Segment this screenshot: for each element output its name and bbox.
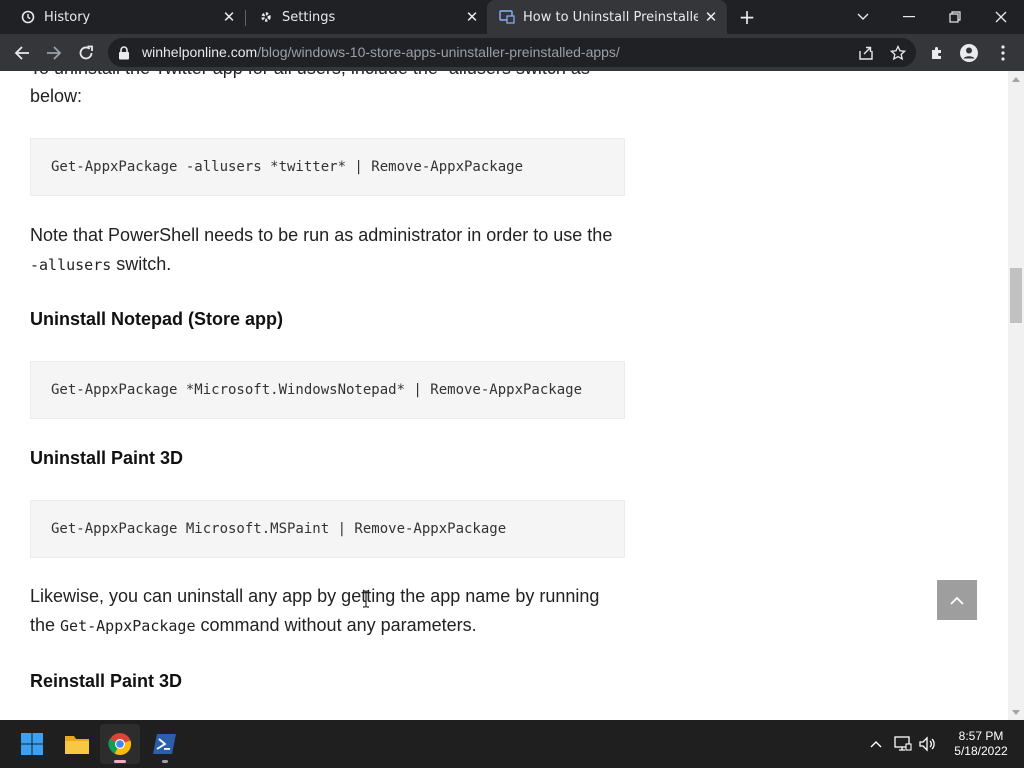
code-text: Get-AppxPackage *Microsoft.WindowsNotepa…	[51, 382, 583, 398]
restore-icon	[949, 11, 961, 23]
note-line-2: -allusers switch.	[30, 250, 630, 280]
lock-icon[interactable]	[118, 45, 130, 64]
tab-search-button[interactable]	[840, 0, 886, 34]
restore-button[interactable]	[932, 0, 978, 34]
url-path: /blog/windows-10-store-apps-uninstaller-…	[257, 44, 620, 60]
clock-time: 8:57 PM	[958, 729, 1004, 743]
reload-button[interactable]	[74, 41, 98, 65]
back-button[interactable]	[10, 41, 34, 65]
heading-uninstall-paint3d: Uninstall Paint 3D	[30, 448, 184, 468]
page-scrollbar[interactable]	[1008, 71, 1024, 720]
close-tab-icon[interactable]: ✕	[221, 9, 237, 25]
chrome-icon	[108, 733, 132, 756]
back-to-top-button[interactable]	[937, 580, 977, 620]
likewise-pre: the	[30, 615, 61, 635]
taskbar-file-explorer[interactable]	[57, 724, 97, 764]
history-icon	[20, 9, 36, 25]
code-block-notepad[interactable]: Get-AppxPackage *Microsoft.WindowsNotepa…	[30, 361, 625, 419]
minimize-icon	[903, 16, 915, 18]
taskbar-clock[interactable]: 8:57 PM 5/18/2022	[946, 729, 1016, 759]
code-block-paint3d[interactable]: Get-AppxPackage Microsoft.MSPaint | Remo…	[30, 500, 625, 558]
likewise-line-2: the Get-AppxPackage command without any …	[30, 611, 630, 641]
chevron-up-icon	[950, 596, 964, 605]
close-tab-icon[interactable]: ✕	[464, 9, 480, 25]
heading-uninstall-notepad: Uninstall Notepad (Store app)	[30, 309, 284, 329]
forward-button[interactable]	[42, 41, 66, 65]
taskbar-powershell[interactable]	[145, 724, 185, 764]
reload-icon	[79, 45, 93, 60]
inline-code: Get-AppxPackage	[60, 617, 196, 635]
profile-avatar-icon[interactable]	[958, 42, 980, 64]
address-bar[interactable]: winhelponline.com/blog/windows-10-store-…	[108, 38, 916, 67]
code-text: Get-AppxPackage Microsoft.MSPaint | Remo…	[51, 521, 507, 537]
close-tab-icon[interactable]: ✕	[703, 9, 719, 25]
taskbar-chrome[interactable]	[100, 724, 140, 764]
share-icon[interactable]	[856, 43, 876, 63]
paragraph-line: below:	[30, 86, 83, 106]
tab-label: History	[44, 9, 91, 25]
volume-speaker-icon[interactable]	[918, 734, 938, 754]
network-monitor-icon[interactable]	[893, 734, 913, 754]
start-button[interactable]	[12, 724, 52, 764]
gear-icon	[258, 9, 274, 25]
chevron-down-icon	[857, 13, 869, 20]
inline-code: -allusers	[30, 256, 112, 274]
tab-label: How to Uninstall Preinstalled App	[523, 9, 698, 25]
url-text: winhelponline.com/blog/windows-10-store-…	[142, 44, 620, 60]
file-explorer-icon	[65, 736, 89, 754]
powershell-icon	[153, 734, 176, 754]
menu-kebab-icon[interactable]	[992, 42, 1014, 64]
clock-date: 5/18/2022	[954, 744, 1008, 758]
heading-reinstall-paint3d: Reinstall Paint 3D	[30, 671, 183, 691]
browser-toolbar: winhelponline.com/blog/windows-10-store-…	[0, 34, 1024, 71]
page-viewport: To uninstall the Twitter app for all use…	[0, 71, 1008, 720]
windows-taskbar: 8:57 PM 5/18/2022	[0, 720, 1024, 768]
extensions-puzzle-icon[interactable]	[926, 42, 948, 64]
arrow-left-icon	[14, 46, 29, 60]
active-app-indicator	[114, 760, 126, 763]
site-favicon-icon	[499, 9, 515, 25]
scroll-down-arrow-icon[interactable]	[1008, 704, 1024, 720]
tab-history[interactable]: History ✕	[0, 0, 245, 34]
note-line-2-text: switch.	[111, 254, 172, 274]
likewise-post: command without any parameters.	[195, 615, 477, 635]
url-host: winhelponline.com	[142, 44, 258, 60]
note-line-1: Note that PowerShell needs to be run as …	[30, 225, 613, 245]
minimize-button[interactable]	[886, 0, 932, 34]
tab-active-article[interactable]: How to Uninstall Preinstalled App ✕	[487, 0, 727, 34]
show-hidden-icons-chevron-up-icon[interactable]	[866, 734, 886, 754]
text-cursor-icon	[361, 590, 371, 608]
close-window-button[interactable]	[978, 0, 1024, 34]
new-tab-button[interactable]: +	[737, 7, 757, 27]
arrow-right-icon	[47, 46, 62, 60]
code-block-twitter[interactable]: Get-AppxPackage -allusers *twitter* | Re…	[30, 138, 625, 196]
scroll-up-arrow-icon[interactable]	[1008, 71, 1024, 87]
code-text: Get-AppxPackage -allusers *twitter* | Re…	[51, 159, 524, 175]
likewise-line-1: Likewise, you can uninstall any app by g…	[30, 586, 600, 606]
scrollbar-thumb[interactable]	[1010, 268, 1022, 323]
close-icon	[995, 11, 1007, 23]
windows-start-icon	[21, 733, 43, 755]
tab-label: Settings	[282, 9, 336, 25]
running-app-indicator	[162, 760, 168, 763]
bookmark-star-icon[interactable]	[888, 43, 908, 63]
tab-strip: History ✕ Settings ✕ How to Uninstall Pr…	[0, 0, 1024, 34]
tab-settings[interactable]: Settings ✕	[238, 0, 488, 34]
